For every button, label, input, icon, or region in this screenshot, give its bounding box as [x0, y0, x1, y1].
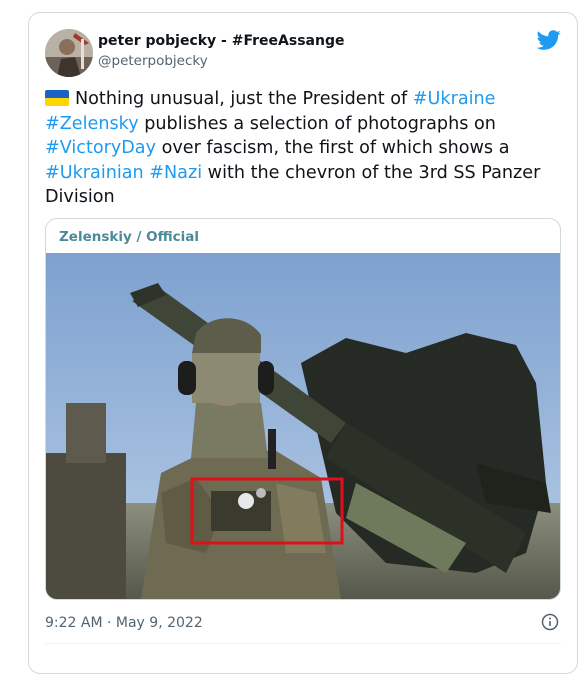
display-name[interactable]: peter pobjecky - #FreeAssange	[98, 33, 344, 49]
divider	[45, 643, 561, 644]
avatar[interactable]	[45, 29, 93, 77]
hashtag-link[interactable]: #VictoryDay	[45, 138, 156, 158]
ukraine-flag-icon	[45, 90, 69, 106]
tweet-text-segment: publishes a selection of photographs on	[138, 113, 496, 134]
tweet-text-segment: over fascism, the first of which shows a	[156, 138, 510, 158]
tweet-media[interactable]: Zelenskiy / Official	[45, 218, 561, 600]
hashtag-link[interactable]: #Ukrainian	[45, 163, 144, 183]
media-caption: Zelenskiy / Official	[59, 229, 200, 245]
tweet-text-segment: Nothing unusual, just the President of	[75, 89, 413, 109]
tweet-timestamp[interactable]: 9:22 AM · May 9, 2022	[45, 615, 203, 631]
twitter-bird-icon[interactable]	[537, 28, 561, 52]
tweet-text: Nothing unusual, just the President of #…	[45, 87, 545, 210]
photo-soldier-artillery[interactable]	[46, 253, 560, 599]
avatar-image	[45, 29, 93, 77]
hashtag-link[interactable]: #Nazi	[149, 163, 202, 183]
hashtag-link[interactable]: #Zelensky	[45, 114, 139, 134]
info-icon[interactable]	[541, 613, 559, 631]
tweet-card[interactable]: peter pobjecky - #FreeAssange @peterpobj…	[28, 12, 578, 674]
hashtag-link[interactable]: #Ukraine	[413, 89, 496, 109]
user-handle[interactable]: @peterpobjecky	[98, 53, 208, 69]
